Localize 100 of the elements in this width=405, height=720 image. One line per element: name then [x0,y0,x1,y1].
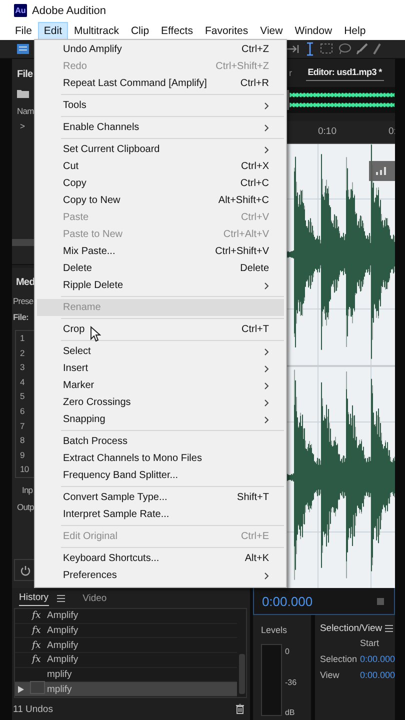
menu-icon[interactable] [385,625,393,632]
menu-item-label: Undo Amplify [63,44,122,55]
time-value[interactable]: 0:00.000 [360,654,395,664]
menu-item-label: Batch Process [63,436,128,447]
panel-tab[interactable]: Video [82,590,107,606]
menu-item-label: Paste [63,212,89,223]
folder-icon[interactable] [17,88,29,98]
shortcut-label: Shift+T [237,492,269,503]
history-item[interactable]: fx Amplify [15,638,237,654]
menu-item[interactable]: Extract Channels to Mono Files [37,450,284,467]
history-label: Amplify [47,610,78,622]
trash-icon[interactable] [236,704,244,714]
brush-icon[interactable] [356,42,368,55]
menu-item[interactable]: Crop Ctrl+T [37,321,284,338]
time-value[interactable]: 0:00.000 [360,670,395,680]
history-label: Amplify [47,625,78,636]
shortcut-label: Ctrl+V [240,212,269,223]
menu-item-label: Set Current Clipboard [63,144,160,155]
power-icon[interactable] [20,564,30,576]
scrollbar[interactable] [12,238,34,246]
menu-item[interactable]: Window [288,22,338,40]
channel-number: 3 [19,361,26,374]
expand-arrow[interactable]: > [20,120,25,131]
level-hud[interactable] [369,160,395,181]
editor-tab[interactable]: r [287,64,294,81]
history-label: mplify [47,669,72,680]
editor-tab[interactable]: Editor: usd1.mp3 * [306,64,384,82]
marquee-icon[interactable] [320,43,333,54]
scrollbar[interactable] [238,654,245,694]
menu-item[interactable]: View [254,22,289,40]
effect-icon: fx [32,640,42,651]
history-item[interactable]: mplify [15,682,237,698]
history-item[interactable]: fx Amplify [15,624,237,638]
menu-icon[interactable] [56,594,65,602]
panel-tab[interactable]: History [19,590,49,606]
history-item[interactable]: fx Amplify [15,653,237,668]
ruler-label: 0:10 [318,126,336,138]
menu-item-label: Repeat Last Command [Amplify] [63,78,207,89]
menu-item[interactable]: Preferences [37,567,284,584]
shortcut-label: Ctrl+C [240,178,269,189]
effect-icon: fx [32,625,42,636]
shortcut-label: Ctrl+T [242,324,269,335]
menu-item[interactable]: Tools [37,97,284,114]
panel-tab[interactable]: File [17,68,33,80]
menu-item[interactable]: Cut Ctrl+X [37,158,284,175]
menu-item[interactable]: Effects [155,22,199,40]
menu-item-label: Snapping [63,414,106,425]
menu-item[interactable]: Repeat Last Command [Amplify] Ctrl+R [37,75,284,92]
menu-item[interactable]: File [9,22,38,40]
bars-icon [375,166,389,176]
stop-icon[interactable] [377,598,384,604]
shortcut-label: Ctrl+Z [242,44,269,55]
time-selection-icon[interactable] [286,44,300,54]
menu-item[interactable]: Batch Process [37,433,284,450]
undo-count: 11 Undos [13,704,53,714]
menu-item[interactable]: Interpret Sample Rate... [37,506,284,523]
row-label: View [320,670,340,680]
menu-item[interactable]: Copy to New Alt+Shift+C [37,192,284,209]
menu-item[interactable]: Clip [124,22,156,40]
menu-item[interactable]: Zero Crossings [37,394,284,411]
menu-item[interactable]: Insert [37,360,284,377]
menu-item-label: Insert [63,363,88,374]
grid-icon[interactable] [17,44,29,54]
menu-item[interactable]: Marker [37,377,284,394]
menu-item[interactable]: Select [37,343,284,360]
channel-number: 9 [19,448,26,462]
menu-item[interactable]: Delete Delete [37,260,284,277]
shortcut-label: Ctrl+Alt+V [223,229,269,240]
menu-item[interactable]: Favorites [198,22,254,40]
channel-number: 8 [19,434,26,448]
panel-title: Selection/View [320,623,382,634]
menu-item[interactable]: Frequency Band Splitter... [37,467,284,484]
menu-item-label: Extract Channels to Mono Files [63,453,202,464]
menu-item-label: Mix Paste... [63,246,116,257]
channel-number: 2 [19,346,26,360]
shortcut-label: Ctrl+R [240,78,269,89]
menu-item[interactable]: Enable Channels [37,119,284,136]
menu-item-label: Edit Original [63,531,118,542]
pencil-icon[interactable] [373,42,381,55]
menu-item[interactable]: Convert Sample Type... Shift+T [37,489,284,506]
app-logo: Au [14,4,27,18]
menu-item[interactable]: Help [338,22,372,40]
menu-item[interactable]: Set Current Clipboard [37,141,284,158]
menu-item[interactable]: Copy Ctrl+C [37,175,284,192]
menu-item[interactable]: Keyboard Shortcuts... Alt+K [37,550,284,567]
text-cursor-icon[interactable] [305,42,315,56]
menu-item-label: Preferences [63,570,117,581]
menu-item[interactable]: Edit [38,22,68,40]
history-item[interactable]: fx Amplify [15,609,237,624]
shortcut-label: Ctrl+Shift+V [215,246,269,257]
shortcut-label: Ctrl+Shift+Z [216,61,269,72]
effect-icon: fx [32,610,42,622]
lasso-icon[interactable] [338,42,351,55]
menu-item-label: Copy to New [63,195,120,206]
menu-item[interactable]: Mix Paste... Ctrl+Shift+V [37,243,284,260]
menu-item[interactable]: Multitrack [68,22,125,40]
menu-item[interactable]: Snapping [37,411,284,428]
window-title: Adobe Audition [32,4,106,17]
panel-title: Levels [260,625,288,635]
menu-item[interactable]: Ripple Delete [37,277,284,294]
